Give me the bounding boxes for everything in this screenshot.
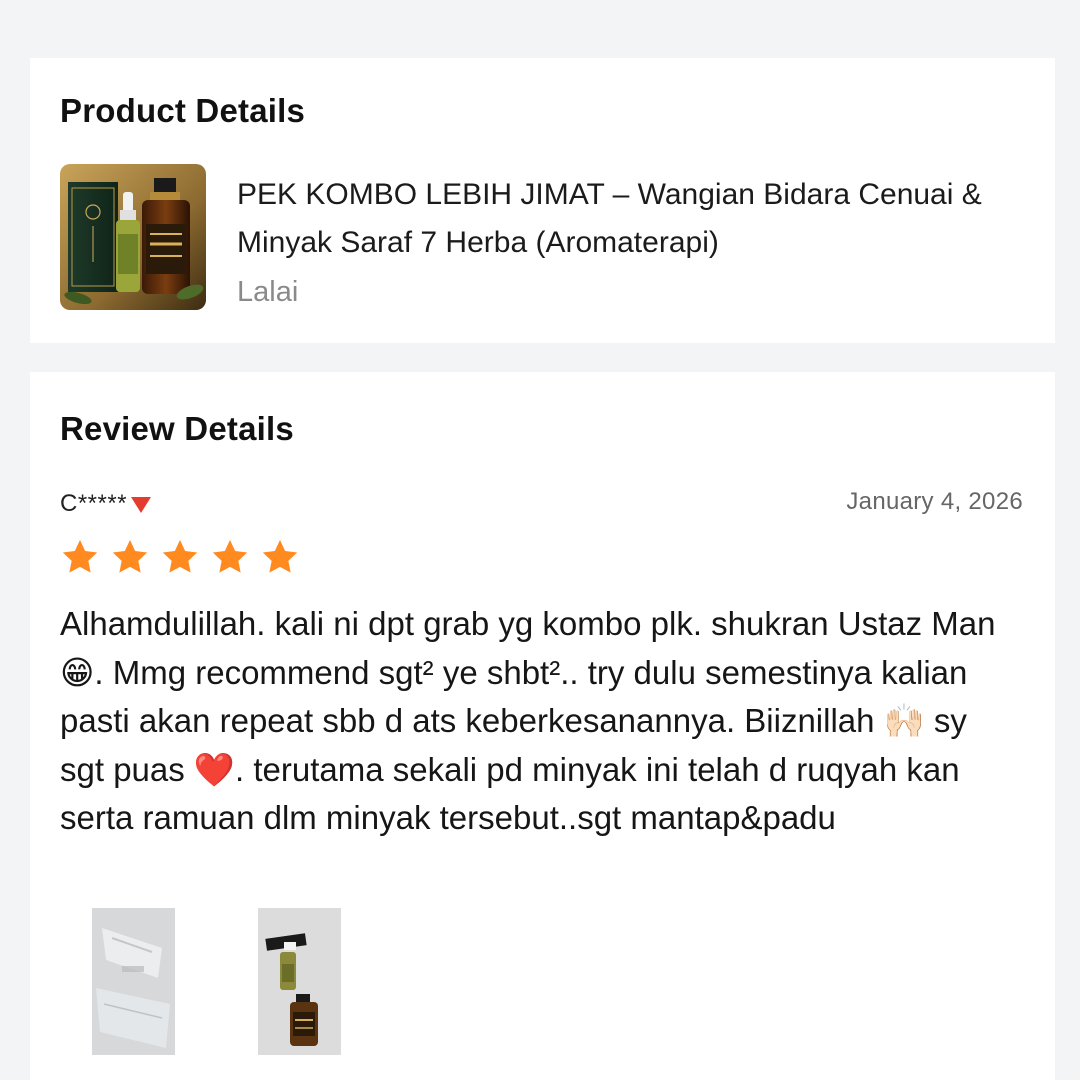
- packaging-photo: [92, 908, 175, 1055]
- star-icon: [210, 537, 250, 577]
- product-details-card: Product Details PEK KOMBO LEBIH JIMAT – …: [30, 58, 1055, 343]
- review-text: Alhamdulillah. kali ni dpt grab yg kombo…: [60, 605, 996, 836]
- review-photo-bottles[interactable]: [258, 908, 341, 1055]
- reviewer-name: C*****: [60, 490, 128, 517]
- red-triangle-down-icon: [131, 497, 152, 513]
- review-photo-packaging[interactable]: [92, 908, 175, 1055]
- star-icon: [60, 537, 100, 577]
- review-details-heading: Review Details: [60, 410, 294, 447]
- reviewer: C*****: [60, 490, 152, 518]
- review-date: January 4, 2026: [846, 488, 1023, 515]
- star-icon: [260, 537, 300, 577]
- product-details-heading: Product Details: [60, 92, 306, 129]
- star-icon: [110, 537, 150, 577]
- star-rating: [60, 537, 300, 577]
- review-detail-page: Product Details PEK KOMBO LEBIH JIMAT – …: [0, 0, 1080, 1080]
- product-thumbnail[interactable]: [60, 164, 206, 310]
- product-name[interactable]: PEK KOMBO LEBIH JIMAT – Wangian Bidara C…: [237, 171, 1037, 267]
- product-bottles-image: [60, 164, 206, 310]
- product-variant: Lalai: [237, 276, 299, 308]
- review-details-card: Review Details C***** January 4, 2026 Al: [30, 372, 1055, 1080]
- star-icon: [160, 537, 200, 577]
- bottles-photo: [258, 908, 341, 1055]
